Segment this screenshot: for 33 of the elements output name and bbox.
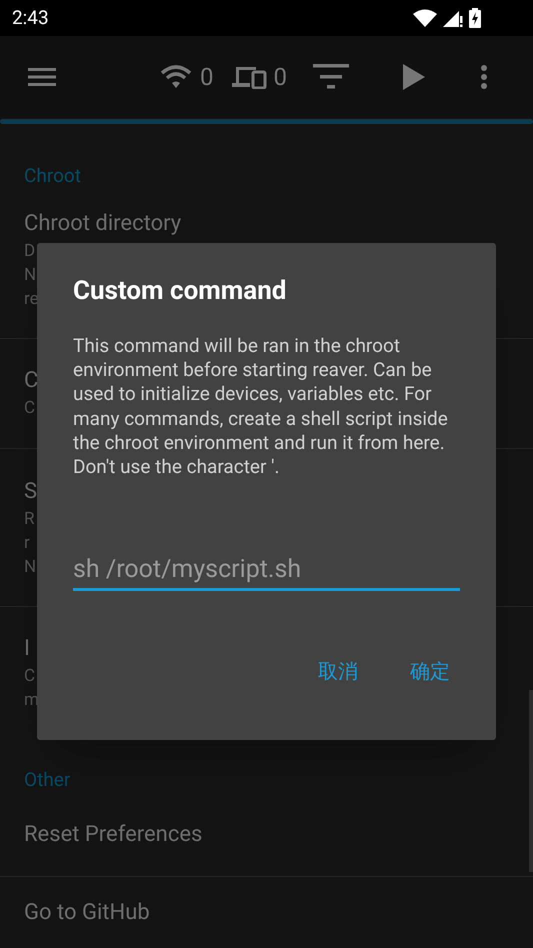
preference-summary: r [24, 532, 30, 555]
dialog-button[interactable]: 取消 [316, 656, 360, 686]
wifi-icon [413, 9, 437, 27]
preference-summary: D [24, 240, 36, 263]
preference-summary: N [24, 264, 36, 287]
preference-summary: C [24, 397, 36, 420]
network-count: 0 [200, 62, 214, 93]
device-count: 0 [274, 62, 287, 93]
signal-icon [443, 9, 463, 27]
status-time: 2:43 [12, 4, 49, 31]
battery-charging-icon [469, 8, 481, 28]
preference-title: S [24, 478, 38, 506]
preference-title: C [24, 367, 38, 395]
dialog-message: This command will be ran in the chroot environment before starting reaver. Can be used to initialize devices, variables etc. For many commands, create a shell script inside the chroot environment and run it from here. Don't use the character '. [73, 334, 449, 480]
section-header: Other [24, 767, 70, 793]
preference-summary: N [24, 556, 36, 579]
command-field[interactable]: sh /root/myscript.sh [73, 551, 460, 592]
preference-title: Chroot directory [24, 210, 182, 238]
section-header: Chroot [24, 163, 81, 189]
filter-icon[interactable] [313, 64, 349, 90]
preference-title: Go to GitHub [24, 898, 150, 926]
preference-summary: R [24, 508, 34, 531]
preference-row[interactable]: Go to GitHub [0, 877, 533, 948]
dialog-title: Custom command [73, 275, 288, 308]
preference-summary: C [24, 665, 36, 688]
wifi-icon [160, 65, 192, 89]
preference-title: Reset Preferences [24, 820, 202, 848]
devices-icon [232, 65, 268, 89]
menu-icon[interactable] [28, 67, 56, 87]
preference-title: I [24, 635, 30, 663]
dialog-button[interactable]: 确定 [408, 656, 452, 686]
play-icon[interactable] [403, 64, 425, 90]
more-icon[interactable] [481, 65, 487, 89]
